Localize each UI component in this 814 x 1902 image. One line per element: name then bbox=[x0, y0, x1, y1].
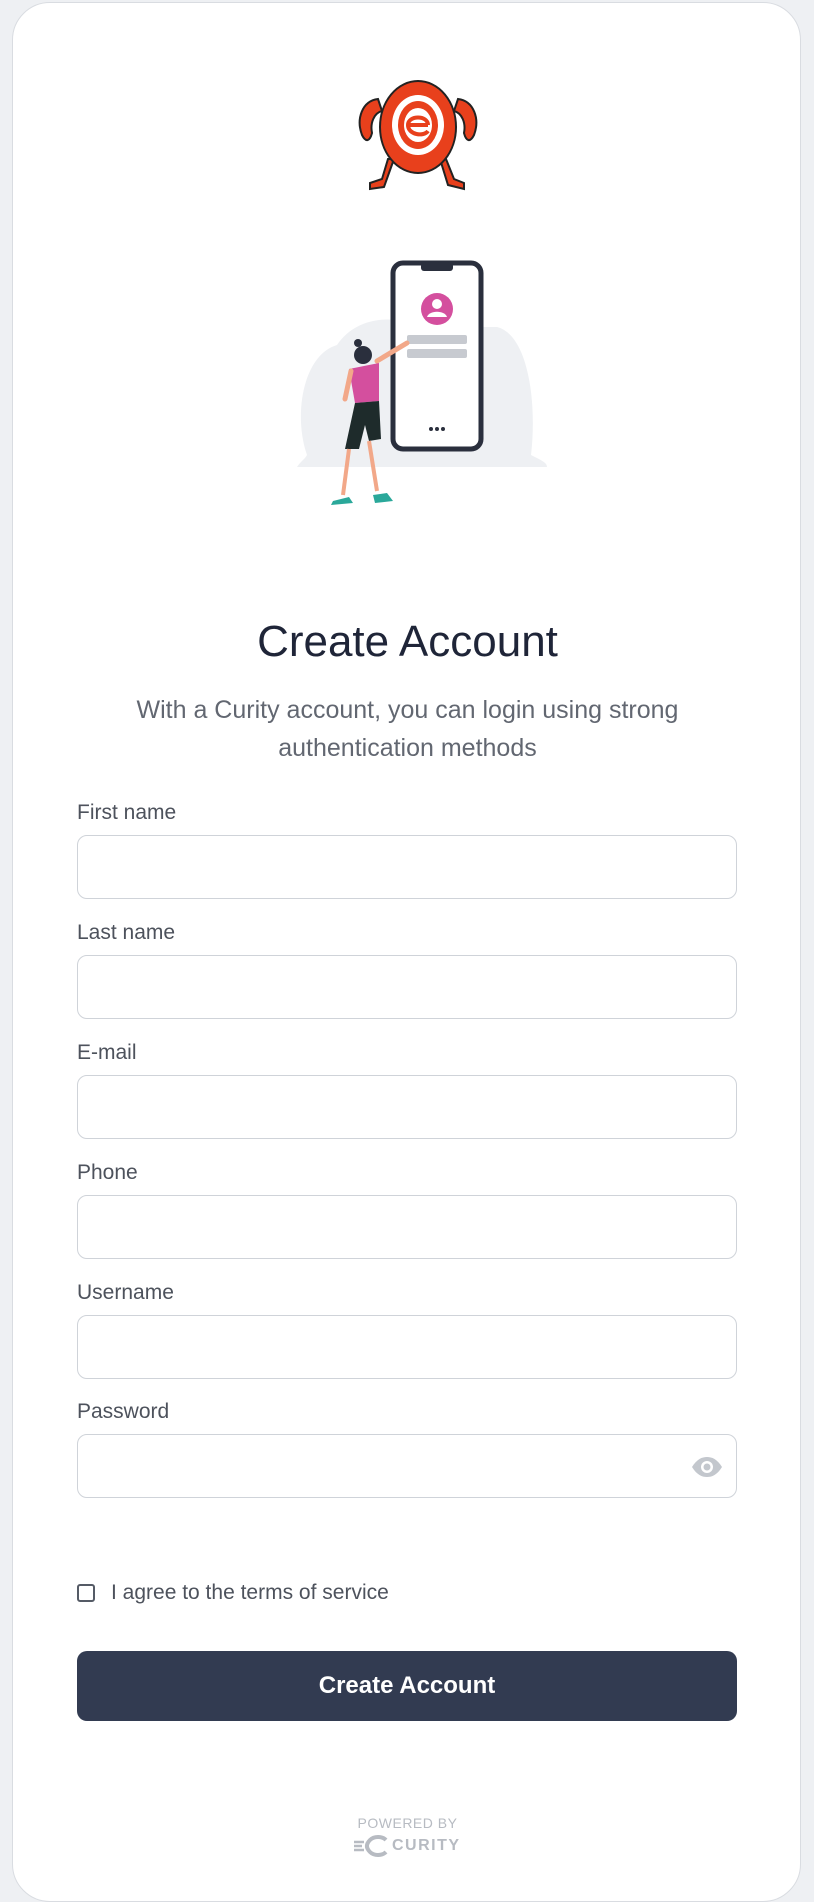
first-name-input[interactable] bbox=[77, 835, 737, 899]
terms-row: I agree to the terms of service bbox=[77, 1581, 389, 1605]
powered-by-label: POWERED BY bbox=[357, 1815, 458, 1831]
last-name-label: Last name bbox=[77, 921, 176, 944]
terms-label[interactable]: I agree to the terms of service bbox=[111, 1581, 389, 1605]
curity-brand-text: CURITY bbox=[392, 1837, 461, 1854]
phone-input[interactable] bbox=[77, 1195, 737, 1259]
username-input[interactable] bbox=[77, 1315, 737, 1379]
create-account-button[interactable]: Create Account bbox=[77, 1651, 737, 1721]
phone-signup-illustration-icon bbox=[297, 260, 547, 505]
curity-mark-icon bbox=[354, 1835, 388, 1857]
first-name-label: First name bbox=[77, 801, 177, 824]
last-name-input[interactable] bbox=[77, 955, 737, 1019]
curity-logo: CURITY bbox=[354, 1835, 461, 1857]
password-input[interactable] bbox=[77, 1434, 737, 1498]
email-label: E-mail bbox=[77, 1041, 137, 1064]
signup-card: Create Account With a Curity account, yo… bbox=[12, 2, 801, 1902]
mascot-logo-icon bbox=[358, 80, 478, 191]
terms-checkbox[interactable] bbox=[77, 1584, 95, 1602]
username-label: Username bbox=[77, 1281, 174, 1304]
email-input[interactable] bbox=[77, 1075, 737, 1139]
eye-icon[interactable] bbox=[691, 1456, 723, 1478]
phone-label: Phone bbox=[77, 1161, 138, 1184]
page-subtitle: With a Curity account, you can login usi… bbox=[136, 696, 679, 762]
page-title: Create Account bbox=[257, 617, 558, 666]
password-label: Password bbox=[77, 1400, 170, 1423]
